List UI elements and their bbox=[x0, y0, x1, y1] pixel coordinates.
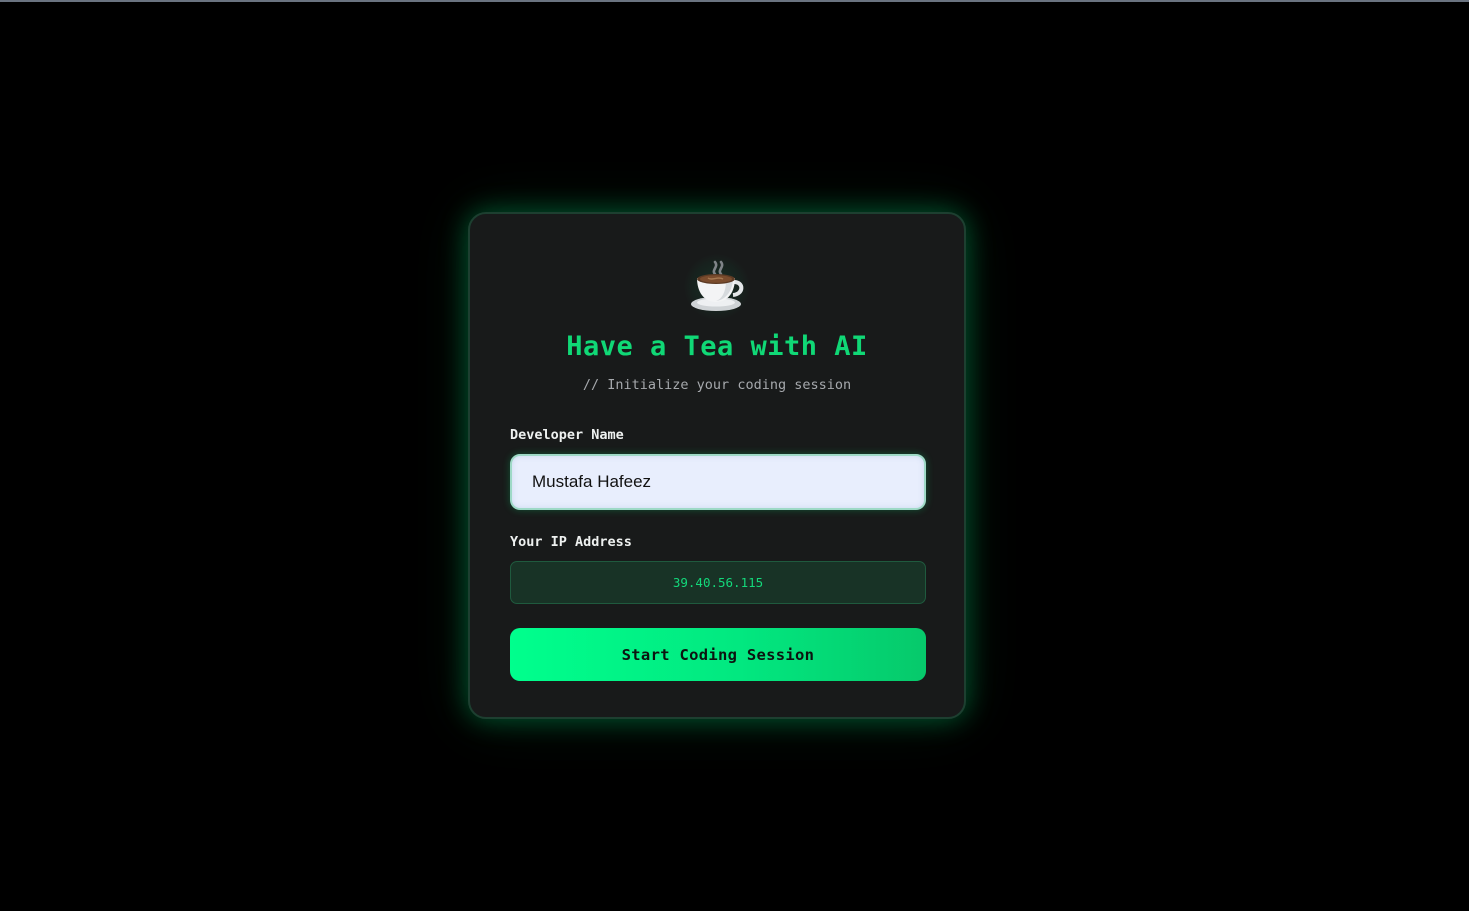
ip-address-label: Your IP Address bbox=[510, 534, 632, 550]
developer-name-input[interactable] bbox=[510, 454, 926, 510]
hot-beverage-icon bbox=[691, 260, 744, 311]
developer-name-label: Developer Name bbox=[510, 427, 624, 443]
logo-glow bbox=[684, 254, 750, 320]
start-coding-session-button[interactable]: Start Coding Session bbox=[510, 628, 926, 681]
page-subtitle: // Initialize your coding session bbox=[582, 377, 852, 393]
login-card: Have a Tea with AI // Initialize your co… bbox=[468, 212, 966, 719]
logo bbox=[470, 254, 964, 320]
window-top-border bbox=[0, 0, 1469, 2]
page-title: Have a Tea with AI bbox=[566, 331, 868, 362]
ip-address-value: 39.40.56.115 bbox=[672, 575, 764, 590]
ip-address-field: 39.40.56.115 bbox=[510, 561, 926, 604]
